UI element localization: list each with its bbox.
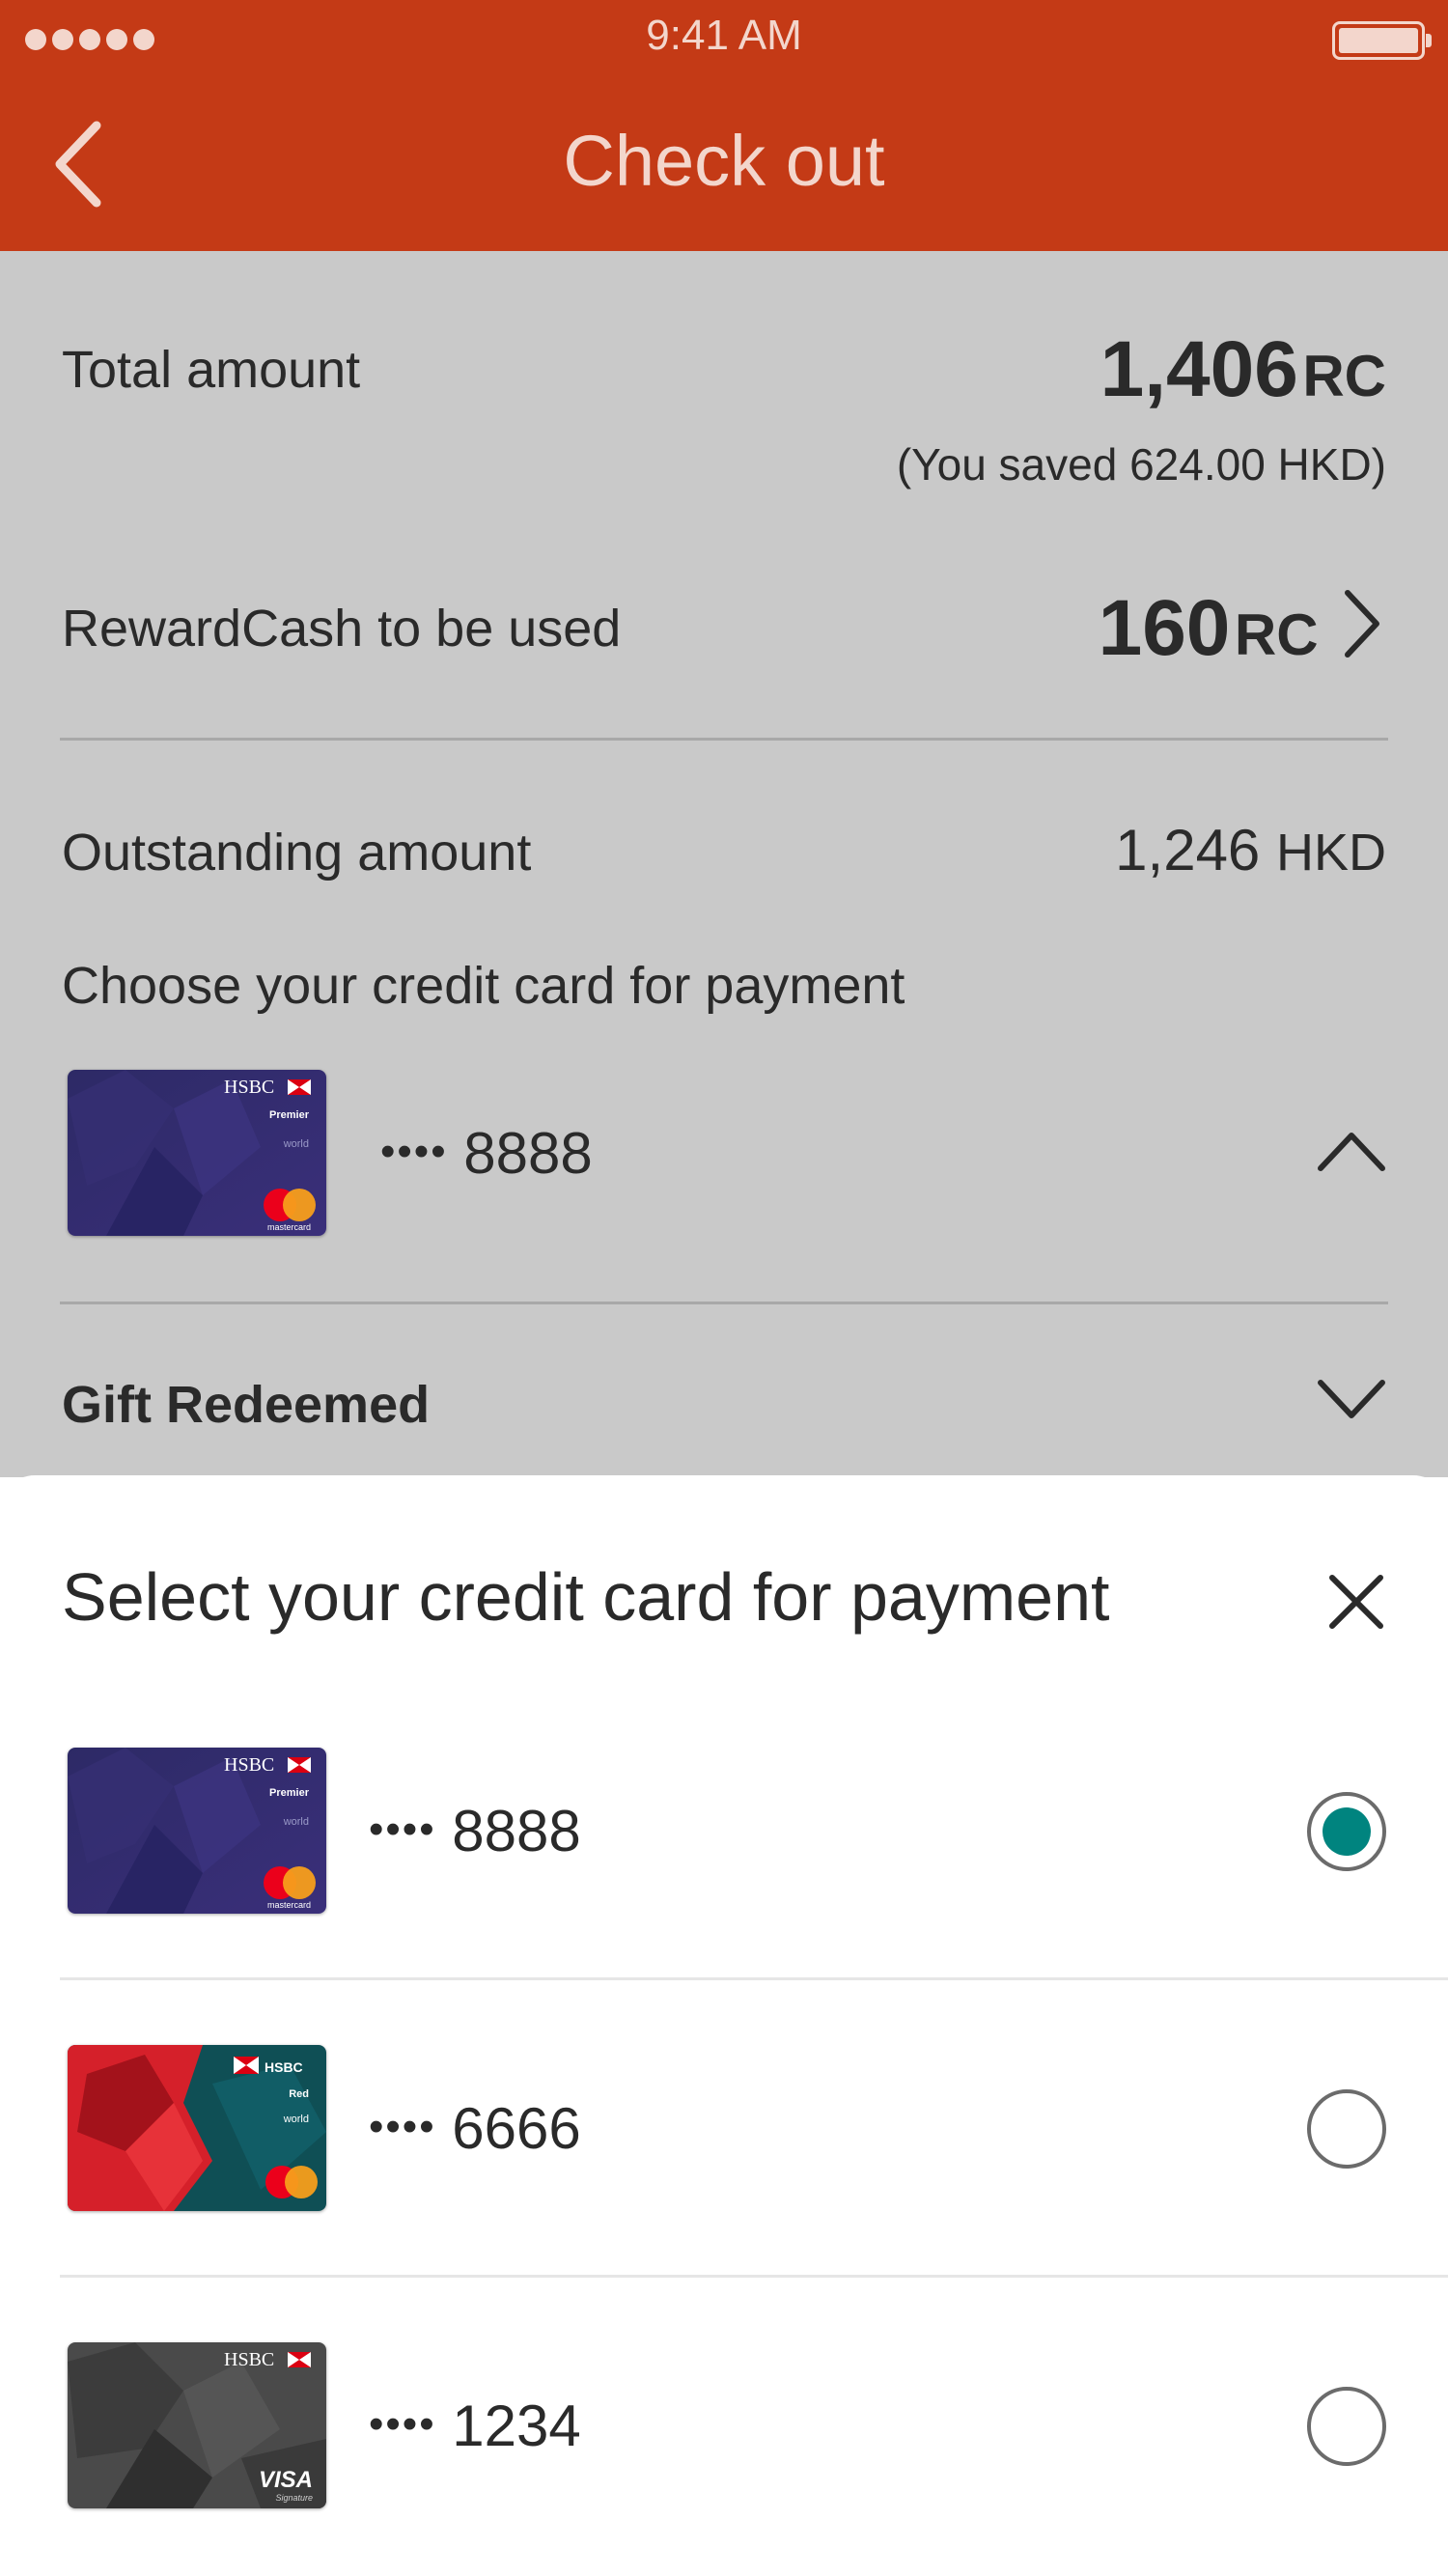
header-bar: 9:41 AM Check out [0,0,1448,251]
sheet-title: Select your credit card for payment [62,1559,1110,1635]
card-number-1234: •••• 1234 [369,2394,581,2458]
card-image-red: HSBC Red world [68,2045,326,2211]
card-network-text: mastercard [267,1900,311,1910]
card-brand-text: HSBC [224,1077,274,1098]
card-sub-text: Signature [275,2493,313,2503]
card-brand-text: HSBC [265,2059,303,2075]
radio-selected[interactable] [1307,1792,1386,1871]
outstanding-label: Outstanding amount [62,824,532,882]
card-sub-text: world [283,2114,309,2125]
rewardcash-row[interactable]: 160 RC [1099,583,1386,674]
chevron-down-icon [1318,1380,1385,1418]
divider [60,1302,1388,1304]
divider [60,1977,1448,1980]
chevron-right-icon [1345,590,1379,658]
card-tier-text: Red [289,2088,309,2100]
choose-card-label: Choose your credit card for payment [62,957,905,1015]
rewardcash-number: 160 [1098,584,1231,672]
expand-gift-button[interactable] [1313,1369,1390,1427]
card-image-visa: HSBC VISA Signature [68,2342,326,2508]
total-amount-value: 1,406 RC [1100,324,1386,415]
status-time: 9:41 AM [646,12,802,59]
total-amount-unit: RC [1302,344,1386,408]
card-tier-text: Premier [269,1787,310,1799]
radio-unselected[interactable] [1307,2089,1386,2169]
rewardcash-label: RewardCash to be used [62,600,622,658]
divider [60,2275,1448,2278]
card-image-premier: HSBC Premier world mastercard [68,1070,326,1236]
rewardcash-unit: RC [1234,602,1319,667]
card-brand-text: HSBC [224,2349,274,2370]
outstanding-unit: HKD [1275,824,1386,882]
card-tier-text: Premier [269,1109,310,1121]
close-button[interactable] [1323,1568,1390,1636]
card-image-premier: HSBC Premier world mastercard [68,1748,326,1914]
page-title: Check out [563,121,885,201]
radio-unselected[interactable] [1307,2387,1386,2466]
total-amount-number: 1,406 [1100,325,1298,413]
chevron-up-icon [1318,1133,1385,1171]
close-icon [1329,1575,1383,1629]
card-brand-text: HSBC [224,1754,274,1776]
divider [60,738,1388,741]
card-selection-sheet: Select your credit card for payment HSBC… [0,1475,1448,2576]
card-network-text: mastercard [267,1222,311,1232]
gift-redeemed-label: Gift Redeemed [62,1376,431,1434]
battery-icon [1332,21,1432,60]
selected-card-number: •••• 8888 [380,1121,593,1186]
outstanding-number: 1,246 [1115,818,1261,882]
card-sub-text: world [283,1138,309,1150]
outstanding-value: 1,246 HKD [1115,817,1386,883]
checkout-summary: Total amount 1,406 RC (You saved 624.00 … [0,251,1448,1477]
total-amount-label: Total amount [62,341,361,399]
card-sub-text: world [283,1816,309,1828]
card-number-6666: •••• 6666 [369,2096,581,2161]
card-number-8888: •••• 8888 [369,1799,581,1863]
card-network-text: VISA [259,2467,313,2493]
collapse-card-button[interactable] [1313,1122,1390,1180]
saved-note: (You saved 624.00 HKD) [896,439,1386,490]
